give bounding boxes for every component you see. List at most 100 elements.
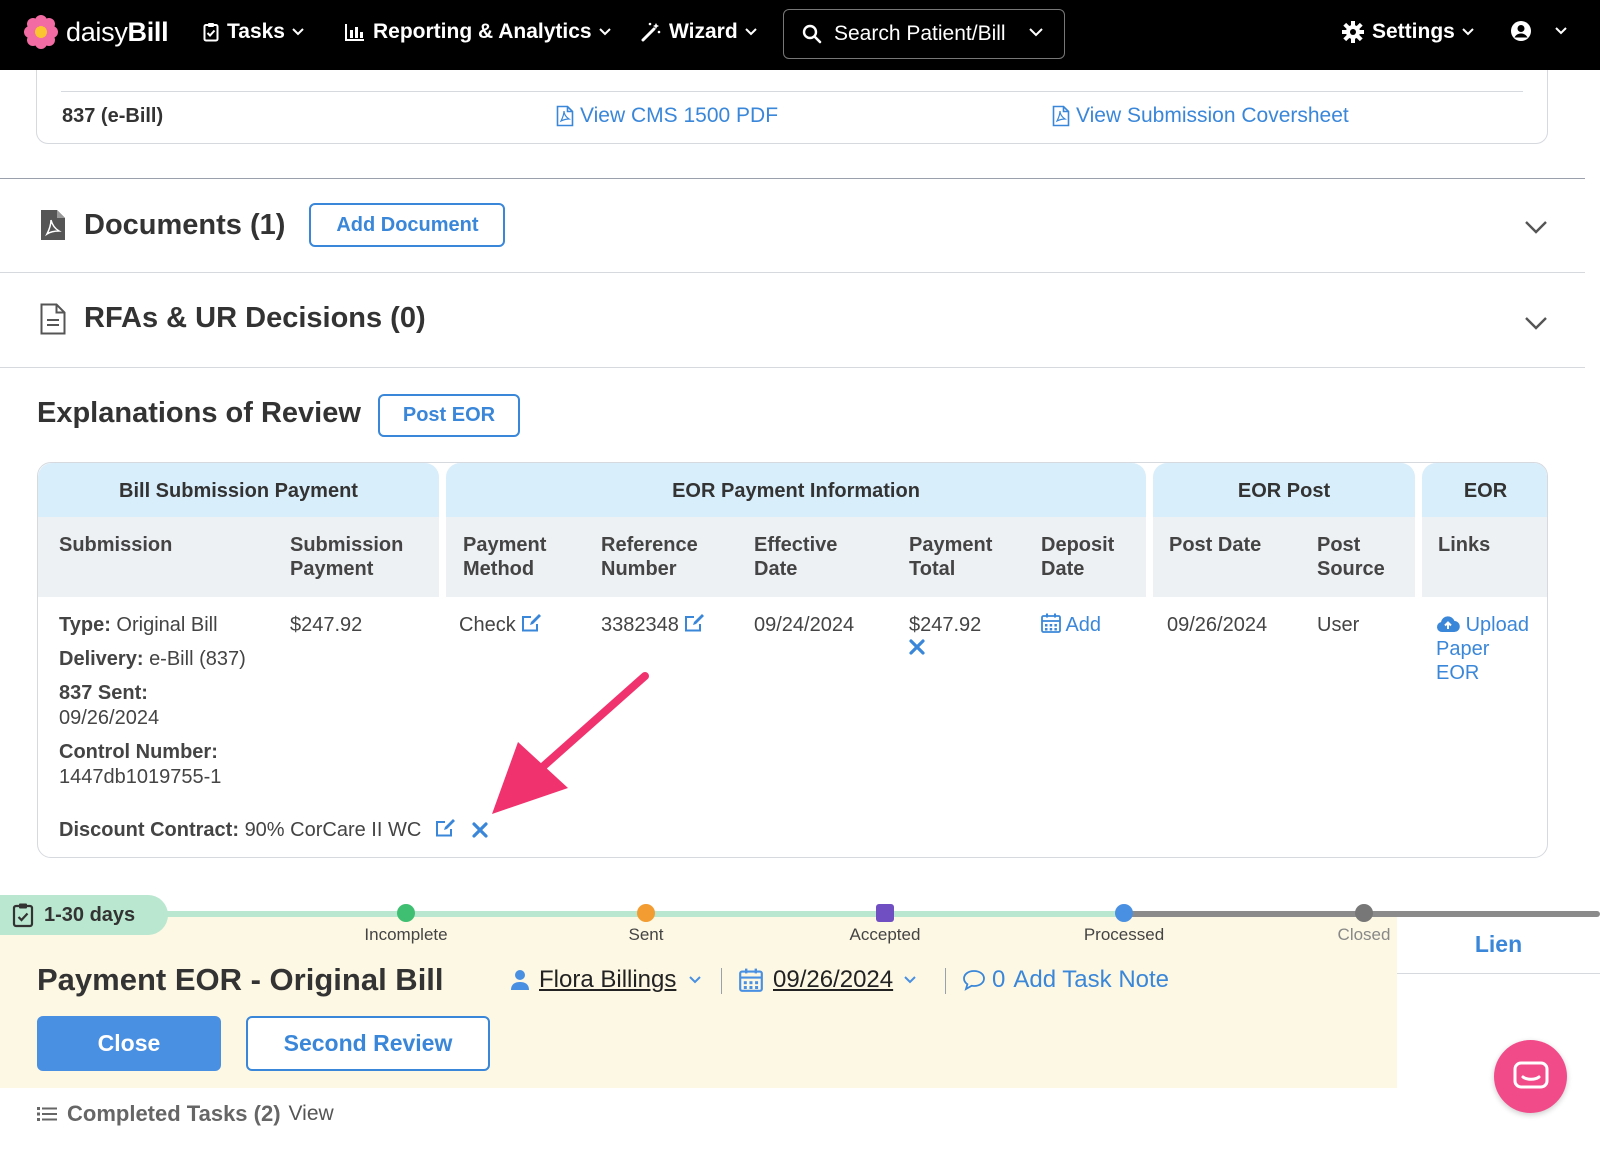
- task-due-date: 09/26/2024: [773, 966, 894, 993]
- discount-contract: Discount Contract: 90% CorCare II WC: [59, 818, 489, 842]
- calendar-icon: [1041, 613, 1061, 633]
- close-task-button[interactable]: Close: [37, 1016, 221, 1071]
- progress-track-complete: [150, 911, 1122, 917]
- group-header-eor: EOR: [1422, 463, 1547, 519]
- submission-details: Type: Original Bill Delivery: e-Bill (83…: [59, 614, 246, 788]
- nav-reporting-label: Reporting & Analytics: [373, 20, 592, 43]
- view-cms-1500-link[interactable]: View CMS 1500 PDF: [556, 104, 778, 128]
- top-nav: daisyBill Tasks Reporting & Analytics Wi…: [0, 0, 1600, 70]
- bar-chart-icon: [345, 24, 364, 41]
- chevron-down-icon[interactable]: [1524, 220, 1548, 234]
- add-task-note-label: Add Task Note: [1013, 966, 1170, 993]
- submission-payment-value: $247.92: [290, 614, 363, 636]
- stage-incomplete-label: Incomplete: [364, 925, 448, 944]
- chat-launcher-button[interactable]: [1494, 1040, 1567, 1113]
- section-divider: [0, 367, 1585, 368]
- section-divider: [0, 272, 1585, 273]
- document-icon: [40, 303, 66, 334]
- stage-incomplete-check-icon: [397, 904, 415, 922]
- nav-wizard[interactable]: Wizard: [641, 20, 758, 44]
- stage-accepted-label: Accepted: [849, 925, 921, 944]
- cloud-upload-icon: [1436, 616, 1460, 633]
- edit-icon[interactable]: [684, 613, 706, 633]
- stage-processed-dollar-icon: [1115, 904, 1133, 922]
- chevron-down-icon[interactable]: [1524, 316, 1548, 330]
- post-eor-button[interactable]: Post EOR: [378, 394, 520, 437]
- ebill-row-label: 837 (e-Bill): [62, 105, 164, 127]
- task-due-date-dropdown[interactable]: 09/26/2024: [739, 966, 917, 994]
- reference-number-cell: 3382348: [601, 613, 706, 637]
- payment-total-value: $247.92: [909, 614, 982, 636]
- gear-icon: [1342, 21, 1364, 43]
- stage-accepted-check-icon: [876, 904, 894, 922]
- task-age-badge: 1-30 days: [0, 895, 168, 935]
- user-circle-icon: [1511, 21, 1531, 41]
- nav-reporting[interactable]: Reporting & Analytics: [345, 20, 612, 44]
- deposit-add-label: Add: [1065, 614, 1102, 636]
- search-placeholder: Search Patient/Bill: [834, 22, 1006, 45]
- nav-tasks[interactable]: Tasks: [203, 20, 305, 44]
- column-header-band: [1422, 517, 1547, 597]
- chevron-down-icon: [292, 28, 304, 36]
- view-submission-coversheet-link[interactable]: View Submission Coversheet: [1052, 104, 1349, 128]
- completed-tasks-label: Completed Tasks (2): [67, 1101, 281, 1126]
- documents-title: Documents (1): [84, 208, 286, 241]
- task-title: Payment EOR - Original Bill: [37, 962, 444, 997]
- post-source-value: User: [1317, 614, 1360, 636]
- edit-icon[interactable]: [521, 613, 543, 633]
- col-submission: Submission: [59, 534, 173, 556]
- nav-tasks-label: Tasks: [227, 20, 285, 43]
- add-document-button[interactable]: Add Document: [309, 203, 506, 247]
- upload-paper-eor-link[interactable]: Upload Paper EOR: [1436, 613, 1529, 685]
- documents-section-header[interactable]: Documents (1) Add Document: [40, 203, 506, 247]
- completed-tasks-row[interactable]: Completed Tasks (2) View: [37, 1101, 334, 1127]
- view-cms-1500-label: View CMS 1500 PDF: [580, 104, 779, 127]
- daisybill-logo[interactable]: daisyBill: [24, 15, 169, 49]
- daisy-flower-icon: [24, 15, 58, 49]
- group-header-eor-payment-information: EOR Payment Information: [446, 463, 1146, 519]
- deposit-date-add[interactable]: Add: [1041, 613, 1101, 637]
- nav-wizard-label: Wizard: [669, 20, 738, 43]
- second-review-button[interactable]: Second Review: [246, 1016, 490, 1071]
- stage-processed-label: Processed: [1083, 925, 1165, 944]
- clipboard-check-icon: [12, 903, 34, 928]
- col-post-date: Post Date: [1169, 534, 1262, 556]
- eor-section-title: Explanations of Review: [37, 397, 361, 429]
- stage-closed-dot-icon: [1355, 904, 1373, 922]
- nav-settings[interactable]: Settings: [1342, 20, 1475, 44]
- view-coversheet-label: View Submission Coversheet: [1076, 104, 1349, 127]
- add-task-note-link[interactable]: 0 Add Task Note: [962, 966, 1169, 994]
- tab-lien[interactable]: Lien: [1397, 915, 1600, 974]
- chevron-down-icon: [689, 976, 702, 984]
- nav-user-menu[interactable]: [1510, 20, 1568, 42]
- chevron-down-icon: [744, 28, 757, 36]
- divider: [61, 91, 1523, 92]
- col-submission-payment: Submission Payment: [290, 534, 404, 580]
- pdf-file-icon: [556, 105, 574, 127]
- calendar-icon: [739, 968, 763, 992]
- remove-x-icon[interactable]: [909, 639, 925, 655]
- task-note-count: 0: [992, 966, 1006, 993]
- edit-icon[interactable]: [435, 818, 457, 838]
- stage-sent-label: Sent: [628, 925, 664, 944]
- meta-separator: [721, 968, 722, 994]
- discount-contract-label: Discount Contract:: [59, 819, 239, 841]
- reference-number-value: 3382348: [601, 614, 679, 636]
- stage-closed-label: Closed: [1337, 925, 1391, 944]
- rfas-section-header[interactable]: RFAs & UR Decisions (0): [40, 302, 426, 335]
- completed-tasks-view-link[interactable]: View: [289, 1102, 334, 1126]
- pdf-document-icon: [41, 210, 65, 240]
- stage-sent-arrow-icon: [637, 904, 655, 922]
- payment-method-cell: Check: [459, 613, 543, 637]
- col-post-source: Post Source: [1317, 534, 1385, 580]
- chevron-down-icon: [904, 976, 916, 984]
- col-payment-method: Payment Method: [463, 534, 547, 580]
- search-patient-bill[interactable]: Search Patient/Bill: [783, 9, 1065, 59]
- task-assignee-dropdown[interactable]: Flora Billings: [511, 966, 702, 994]
- task-assignee-name: Flora Billings: [539, 966, 677, 993]
- payment-total-cell: $247.92: [909, 613, 981, 661]
- col-effective-date: Effective Date: [754, 534, 838, 580]
- payment-method-value: Check: [459, 614, 516, 636]
- brand-name: daisyBill: [66, 16, 169, 47]
- comment-icon: [963, 970, 985, 991]
